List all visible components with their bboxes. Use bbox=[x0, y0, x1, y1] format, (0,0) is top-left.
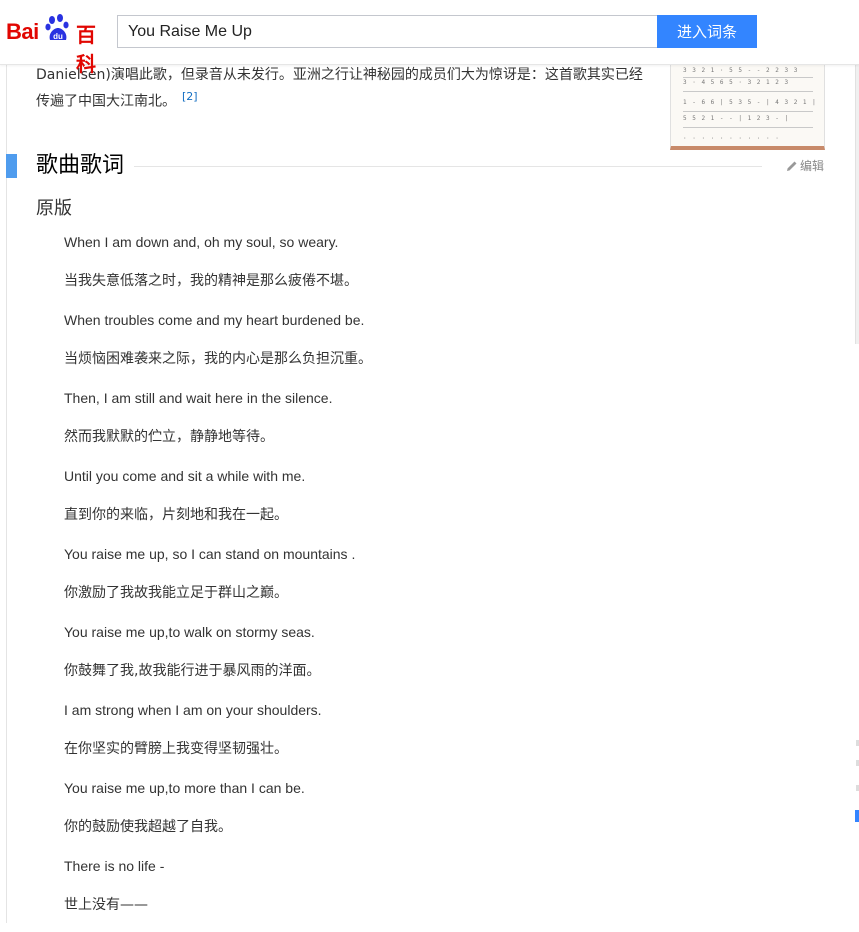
edit-label: 编辑 bbox=[800, 159, 825, 173]
lyric-line: I am strong when I am on your shoulders. bbox=[64, 702, 322, 718]
enter-entry-button[interactable]: 进入词条 bbox=[657, 15, 757, 48]
logo-text-baike: 百科 bbox=[76, 25, 96, 76]
intro-paragraph: Danielsen)演唱此歌，但录音从未发行。亚洲之行让神秘园的成员们大为惊讶是… bbox=[36, 64, 656, 113]
section-marker bbox=[6, 154, 17, 178]
section-title: 歌曲歌词 bbox=[36, 153, 125, 178]
lyric-line: You raise me up, so I can stand on mount… bbox=[64, 546, 356, 562]
intro-text: Danielsen)演唱此歌，但录音从未发行。亚洲之行让神秘园的成员们大为惊讶是… bbox=[36, 67, 643, 110]
lyric-line: There is no life - bbox=[64, 858, 165, 874]
reference-link[interactable]: [2] bbox=[182, 90, 198, 103]
lyric-line: When troubles come and my heart burdened… bbox=[64, 312, 365, 328]
lyric-line: Until you come and sit a while with me. bbox=[64, 468, 306, 484]
sheet-music-image[interactable]: 3 3 2 1 · 5 5 - - 2 2 3 3 3 · 4 5 6 5 · … bbox=[670, 64, 825, 150]
logo-text-bai: Bai bbox=[6, 19, 39, 44]
side-nav-active[interactable] bbox=[855, 810, 859, 822]
lyric-line: 你激励了我故我能立足于群山之巅。 bbox=[64, 585, 288, 601]
lyric-line: You raise me up,to more than I can be. bbox=[64, 780, 305, 796]
subsection-title: 原版 bbox=[36, 198, 72, 219]
search-input[interactable] bbox=[117, 15, 657, 48]
baidu-baike-logo[interactable]: Bai du 百科 bbox=[6, 14, 110, 76]
svg-text:du: du bbox=[53, 32, 63, 41]
lyric-line: 世上没有—— bbox=[64, 897, 148, 913]
section-divider bbox=[134, 166, 762, 167]
side-scrollbar[interactable] bbox=[855, 64, 859, 344]
lyric-line: 在你坚实的臂膀上我变得坚韧强壮。 bbox=[64, 741, 288, 757]
lyric-line: 你鼓舞了我,故我能行进于暴风雨的洋面。 bbox=[64, 663, 321, 679]
content-frame-border bbox=[6, 64, 7, 923]
lyric-line: 你的鼓励使我超越了自我。 bbox=[64, 819, 232, 835]
lyric-line: 然而我默默的伫立，静静地等待。 bbox=[64, 429, 274, 445]
lyric-line: 直到你的来临，片刻地和我在一起。 bbox=[64, 507, 288, 523]
edit-button[interactable]: 编辑 bbox=[786, 157, 824, 174]
lyric-line: Then, I am still and wait here in the si… bbox=[64, 390, 333, 406]
top-search-bar: Bai du 百科 进入词条 bbox=[0, 0, 859, 76]
lyric-line: 当烦恼困难袭来之际，我的内心是那么负担沉重。 bbox=[64, 351, 372, 367]
lyric-line: When I am down and, oh my soul, so weary… bbox=[64, 234, 339, 250]
lyrics-list: When I am down and, oh my soul, so weary… bbox=[64, 230, 824, 932]
lyric-line: You raise me up,to walk on stormy seas. bbox=[64, 624, 315, 640]
paw-icon: du bbox=[45, 14, 69, 41]
pencil-icon bbox=[787, 161, 797, 171]
lyric-line: 当我失意低落之时，我的精神是那么疲倦不堪。 bbox=[64, 273, 358, 289]
